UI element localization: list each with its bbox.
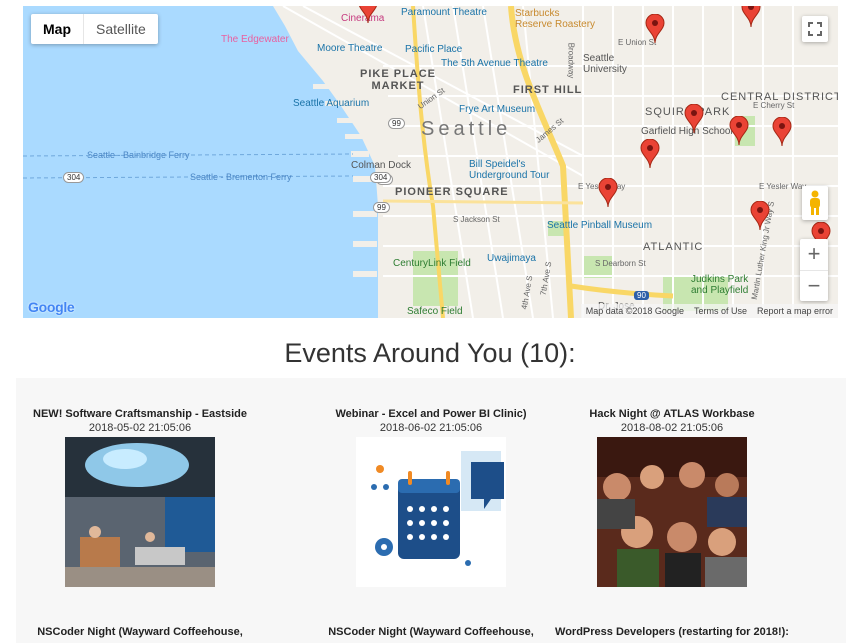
map-attribution: Map data ©2018 Google Terms of Use Repor… — [580, 304, 838, 318]
event-date: 2018-08-02 21:05:06 — [620, 422, 724, 434]
report-map-error-link[interactable]: Report a map error — [752, 304, 838, 318]
zoom-control: + − — [800, 239, 828, 301]
event-title[interactable]: Webinar - Excel and Power BI Clinic) — [311, 408, 551, 420]
event-card[interactable]: Hack Night @ ATLAS Workbase 2018-08-02 2… — [552, 408, 792, 587]
event-marker[interactable] — [598, 178, 618, 208]
map-type-map-button[interactable]: Map — [31, 14, 84, 44]
event-marker[interactable] — [645, 14, 665, 44]
google-logo[interactable]: Google — [28, 299, 75, 315]
event-marker[interactable] — [684, 104, 704, 134]
street-view-pegman[interactable] — [802, 186, 828, 220]
event-title[interactable]: NEW! Software Craftsmanship - Eastside — [20, 408, 260, 420]
event-date: 2018-05-02 21:05:06 — [88, 422, 192, 434]
event-card[interactable]: NSCoder Night (Wayward Coffeehouse, — [311, 626, 551, 638]
map-view[interactable]: Cinerama Paramount Theatre Starbucks Res… — [23, 6, 838, 318]
event-marker[interactable] — [358, 6, 378, 24]
event-title[interactable]: WordPress Developers (restarting for 201… — [552, 626, 792, 638]
event-marker[interactable] — [729, 116, 749, 146]
event-image-office[interactable] — [65, 437, 215, 587]
fullscreen-button[interactable] — [802, 16, 828, 42]
event-marker[interactable] — [750, 201, 770, 231]
google-logo-text: Google — [28, 299, 75, 315]
event-card[interactable]: NSCoder Night (Wayward Coffeehouse, — [20, 626, 260, 638]
event-marker[interactable] — [741, 6, 761, 28]
zoom-out-button[interactable]: − — [800, 271, 828, 302]
events-heading: Events Around You (10): — [284, 338, 576, 368]
terms-of-use-link[interactable]: Terms of Use — [689, 304, 752, 318]
zoom-in-button[interactable]: + — [800, 239, 828, 271]
event-date: 2018-06-02 21:05:06 — [379, 422, 483, 434]
map-type-control: Map Satellite — [31, 14, 158, 44]
fullscreen-icon — [808, 22, 822, 36]
event-marker[interactable] — [772, 117, 792, 147]
map-canvas[interactable] — [23, 6, 838, 318]
events-list: NEW! Software Craftsmanship - Eastside 2… — [16, 378, 846, 643]
event-marker[interactable] — [640, 139, 660, 169]
event-card[interactable]: Webinar - Excel and Power BI Clinic) 201… — [311, 408, 551, 587]
event-title[interactable]: NSCoder Night (Wayward Coffeehouse, — [20, 626, 260, 638]
event-title[interactable]: Hack Night @ ATLAS Workbase — [552, 408, 792, 420]
event-image-crowd[interactable] — [597, 437, 747, 587]
event-card[interactable]: WordPress Developers (restarting for 201… — [552, 626, 792, 638]
map-data-credit: Map data ©2018 Google — [585, 306, 684, 316]
event-title[interactable]: NSCoder Night (Wayward Coffeehouse, — [311, 626, 551, 638]
event-card[interactable]: NEW! Software Craftsmanship - Eastside 2… — [20, 408, 260, 587]
pegman-icon — [810, 190, 820, 215]
event-image-calendar[interactable] — [356, 437, 506, 587]
map-type-satellite-button[interactable]: Satellite — [84, 14, 158, 44]
